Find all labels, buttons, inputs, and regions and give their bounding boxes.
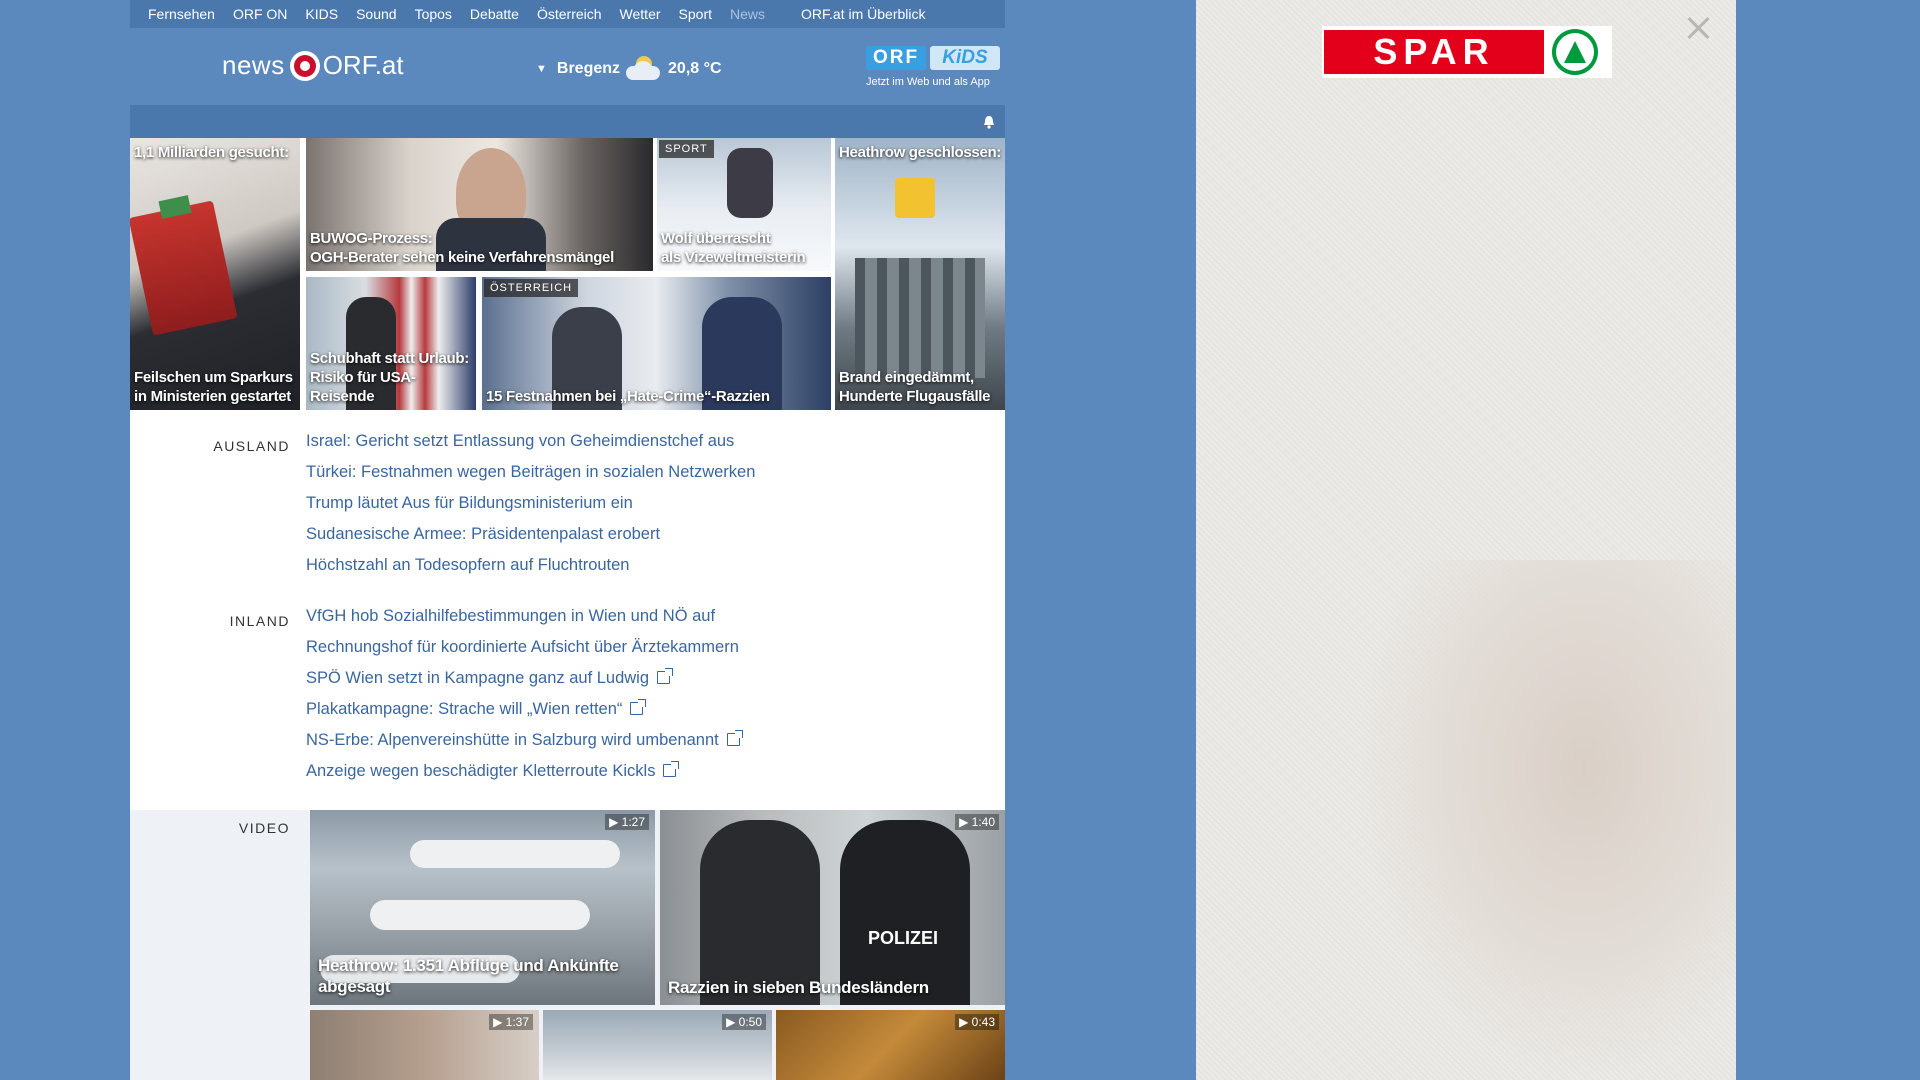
story-caption: BUWOG-Prozess: OGH-Berater sehen keine V… xyxy=(310,230,614,266)
section-ausland: AUSLAND Israel: Gericht setzt Entlassung… xyxy=(130,410,1005,585)
spar-logo: SPAR xyxy=(1322,26,1612,78)
video-duration: ▶ 1:27 xyxy=(605,814,649,830)
orf-kids-logo-orf: ORF xyxy=(866,46,926,70)
video-tile-5[interactable]: ▶ 0:43 xyxy=(776,1010,1005,1080)
headline-text: Rechnungshof für koordinierte Aufsicht ü… xyxy=(306,638,739,656)
story-caption-top: Heathrow geschlossen: xyxy=(839,144,1002,161)
video-caption: Razzien in sieben Bundesländern xyxy=(668,978,929,997)
headline-list: VfGH hob Sozialhilfebestimmungen in Wien… xyxy=(306,607,743,793)
story-tile-razzien[interactable]: ÖSTERREICH 15 Festnahmen bei „Hate-Crime… xyxy=(482,277,831,410)
story-tile-sparkurs[interactable]: 1,1 Milliarden gesucht: Feilschen um Spa… xyxy=(130,138,300,410)
nav-item-topos[interactable]: Topos xyxy=(415,6,452,22)
headline-text: NS-Erbe: Alpenvereinshütte in Salzburg w… xyxy=(306,731,719,749)
headline-link[interactable]: SPÖ Wien setzt in Kampagne ganz auf Ludw… xyxy=(306,668,740,700)
polizei-vest-label: POLIZEI xyxy=(868,928,939,948)
dropdown-triangle-icon: ▼ xyxy=(536,63,547,75)
orf-eye-icon xyxy=(289,50,320,81)
nav-item-kids[interactable]: KIDS xyxy=(305,6,338,22)
story-caption: Brand eingedämmt, Hunderte Flugausfälle xyxy=(839,369,991,405)
nav-item-oesterreich[interactable]: Österreich xyxy=(537,6,602,22)
nav-item-fernsehen[interactable]: Fernsehen xyxy=(148,6,215,22)
story-tile-schubhaft[interactable]: Schubhaft statt Urlaub: Risiko für USA-R… xyxy=(306,277,476,410)
logo-orf-text: ORF.at xyxy=(322,50,404,80)
video-tile-razzien[interactable]: POLIZEI ▶ 1:40 Razzien in sieben Bundesl… xyxy=(660,810,1005,1005)
news-lists: AUSLAND Israel: Gericht setzt Entlassung… xyxy=(130,410,1005,810)
partly-cloudy-icon xyxy=(626,56,662,82)
video-section: VIDEO ▶ 1:27 Heathrow: 1.351 Abflüge und… xyxy=(130,810,1005,1080)
section-inland: INLAND VfGH hob Sozialhilfebestimmungen … xyxy=(130,585,1005,810)
video-tile-heathrow[interactable]: ▶ 1:27 Heathrow: 1.351 Abflüge und Ankün… xyxy=(310,810,655,1005)
headline-link[interactable]: Anzeige wegen beschädigter Kletterroute … xyxy=(306,761,740,793)
headline-link[interactable]: Plakatkampagne: Strache will „Wien rette… xyxy=(306,699,740,731)
site-header: news ORF.at ▼ Bregenz 20,8 °C ORF KiDS J… xyxy=(130,28,1005,105)
headline-link[interactable]: Rechnungshof für koordinierte Aufsicht ü… xyxy=(306,638,740,669)
section-label: INLAND xyxy=(229,613,290,629)
story-tile-wolf[interactable]: SPORT Wolf überrascht als Vizeweltmeiste… xyxy=(657,138,831,271)
nav-overview-link[interactable]: ORF.at im Überblick xyxy=(801,6,925,22)
weather-temperature: 20,8 °C xyxy=(668,60,722,77)
story-caption: 15 Festnahmen bei „Hate-Crime“-Razzien xyxy=(486,388,770,405)
orf-kids-subtitle: Jetzt im Web und als App xyxy=(866,76,990,88)
headline-link[interactable]: Türkei: Festnahmen wegen Beiträgen in so… xyxy=(306,463,755,494)
video-tile-4[interactable]: ▶ 0:50 xyxy=(543,1010,772,1080)
headline-link[interactable]: Sudanesische Armee: Präsidentenpalast er… xyxy=(306,525,755,556)
story-tile-heathrow[interactable]: Heathrow geschlossen: Brand eingedämmt, … xyxy=(835,138,1005,410)
news-orf-logo[interactable]: news ORF.at xyxy=(222,50,404,81)
story-tile-buwog[interactable]: BUWOG-Prozess: OGH-Berater sehen keine V… xyxy=(306,138,653,271)
bell-icon[interactable] xyxy=(983,115,995,129)
logo-news-text: news xyxy=(222,50,285,80)
video-duration: ▶ 1:37 xyxy=(489,1014,533,1030)
headline-link[interactable]: Israel: Gericht setzt Entlassung von Geh… xyxy=(306,432,755,463)
headline-text: SPÖ Wien setzt in Kampagne ganz auf Ludw… xyxy=(306,669,650,687)
nav-item-sport[interactable]: Sport xyxy=(679,6,712,22)
ad-background-image xyxy=(1356,560,1736,1080)
video-tile-3[interactable]: ▶ 1:37 xyxy=(310,1010,539,1080)
top-navigation: Fernsehen ORF ON KIDS Sound Topos Debatt… xyxy=(130,0,1005,28)
headline-link[interactable]: Trump läutet Aus für Bildungsministerium… xyxy=(306,494,755,525)
headline-link[interactable]: Höchstzahl an Todesopfern auf Fluchtrout… xyxy=(306,556,755,587)
header-bar xyxy=(130,105,1005,138)
external-link-icon xyxy=(630,699,647,715)
video-caption: Heathrow: 1.351 Abflüge und Ankünfte abg… xyxy=(318,956,619,996)
headline-text: Anzeige wegen beschädigter Kletterroute … xyxy=(306,762,656,780)
spar-tree-icon xyxy=(1552,29,1598,75)
headline-list: Israel: Gericht setzt Entlassung von Geh… xyxy=(306,432,755,587)
story-caption: Wolf überrascht als Vizeweltmeisterin xyxy=(661,230,806,266)
orf-kids-logo-kids: KiDS xyxy=(930,46,1000,70)
external-link-icon xyxy=(657,668,674,684)
nav-item-debatte[interactable]: Debatte xyxy=(470,6,519,22)
headline-link[interactable]: NS-Erbe: Alpenvereinshütte in Salzburg w… xyxy=(306,730,743,762)
nav-item-sound[interactable]: Sound xyxy=(356,6,396,22)
close-icon[interactable] xyxy=(1685,14,1713,42)
section-label: VIDEO xyxy=(238,820,290,836)
weather-city: Bregenz xyxy=(556,60,621,77)
external-link-icon xyxy=(726,730,743,746)
external-link-icon xyxy=(663,761,680,777)
story-caption: Feilschen um Sparkurs in Ministerien ges… xyxy=(134,369,293,405)
spar-advertisement[interactable]: SPAR xyxy=(1196,0,1736,1080)
nav-item-news[interactable]: News xyxy=(730,6,765,22)
video-duration: ▶ 1:40 xyxy=(955,814,999,830)
headline-text: Plakatkampagne: Strache will „Wien rette… xyxy=(306,700,623,718)
story-caption-top: 1,1 Milliarden gesucht: xyxy=(134,144,289,161)
nav-item-wetter[interactable]: Wetter xyxy=(620,6,661,22)
spar-logo-text: SPAR xyxy=(1324,30,1544,74)
headline-link[interactable]: VfGH hob Sozialhilfebestimmungen in Wien… xyxy=(306,607,740,638)
section-label: AUSLAND xyxy=(213,438,290,454)
orf-kids-promo[interactable]: ORF KiDS Jetzt im Web und als App xyxy=(866,46,1004,98)
headline-text: VfGH hob Sozialhilfebestimmungen in Wien… xyxy=(306,607,716,625)
story-caption: Schubhaft statt Urlaub: Risiko für USA-R… xyxy=(310,350,469,405)
nav-item-orf-on[interactable]: ORF ON xyxy=(233,6,287,22)
category-tag: ÖSTERREICH xyxy=(484,279,579,297)
orf-news-page: Fernsehen ORF ON KIDS Sound Topos Debatt… xyxy=(130,0,1005,1080)
video-duration: ▶ 0:50 xyxy=(722,1014,766,1030)
video-duration: ▶ 0:43 xyxy=(955,1014,999,1030)
top-stories-grid: 1,1 Milliarden gesucht: Feilschen um Spa… xyxy=(130,138,1005,410)
weather-widget[interactable]: ▼ Bregenz 20,8 °C xyxy=(536,56,722,82)
category-tag: SPORT xyxy=(659,140,714,158)
